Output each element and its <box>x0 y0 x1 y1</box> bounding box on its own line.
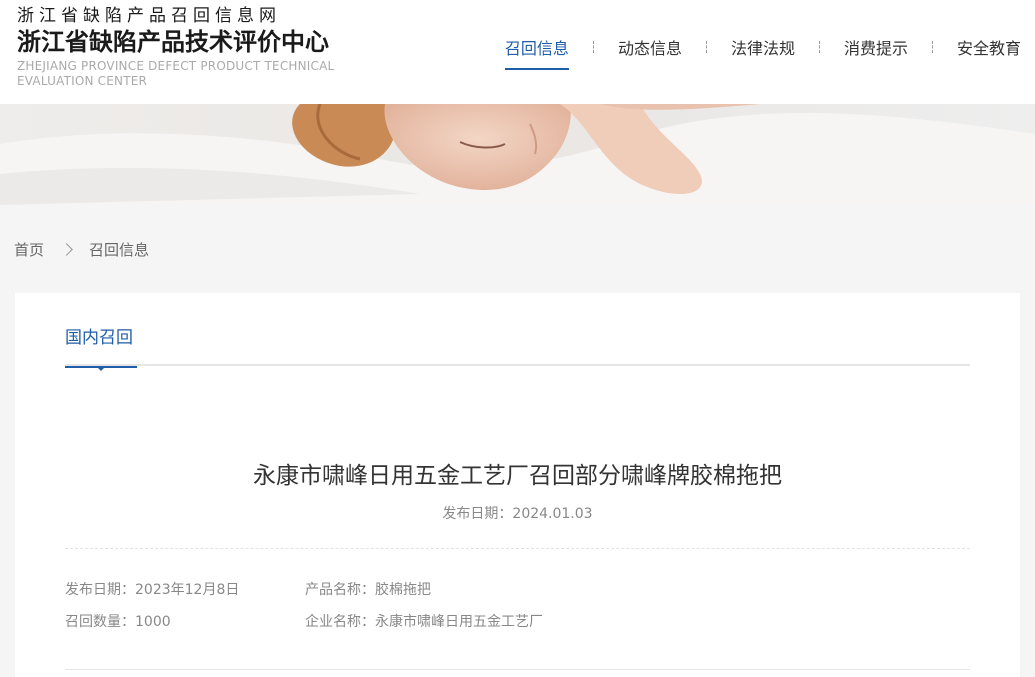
breadcrumb-current[interactable]: 召回信息 <box>89 239 149 260</box>
meta-recall-quantity: 召回数量：1000 <box>65 614 171 630</box>
site-logo[interactable]: 浙江省缺陷产品召回信息网 浙江省缺陷产品技术评价中心 ZHEJIANG PROV… <box>17 6 337 89</box>
chevron-right-icon <box>60 243 73 256</box>
article-title: 永康市啸峰日用五金工艺厂召回部分啸峰牌胶棉拖把 <box>253 463 782 489</box>
site-name-line1: 浙江省缺陷产品召回信息网 <box>17 6 281 26</box>
nav-separator <box>705 41 707 53</box>
tab-label: 国内召回 <box>65 328 133 348</box>
caret-down-icon <box>96 366 106 371</box>
meta-date: 发布日期：2023年12月8日 <box>65 582 240 598</box>
main-nav: 召回信息 动态信息 法律法规 消费提示 安全教育 <box>504 30 1021 70</box>
nav-separator <box>931 41 933 53</box>
breadcrumb: 首页 召回信息 <box>14 239 149 260</box>
nav-item-safety-education[interactable]: 安全教育 <box>957 30 1021 64</box>
nav-item-news[interactable]: 动态信息 <box>618 30 682 64</box>
nav-separator <box>818 41 820 53</box>
banner-image <box>0 104 1035 205</box>
site-name-line2: 浙江省缺陷产品技术评价中心 <box>17 28 329 56</box>
divider <box>65 548 970 549</box>
article-publish-date: 发布日期：2024.01.03 <box>442 506 593 522</box>
nav-item-recall-info[interactable]: 召回信息 <box>504 30 569 70</box>
banner-illustration <box>0 104 1035 205</box>
meta-company-name: 企业名称：永康市啸峰日用五金工艺厂 <box>305 614 543 630</box>
nav-separator <box>592 41 594 53</box>
meta-product-name: 产品名称：胶棉拖把 <box>305 582 431 598</box>
nav-item-consumer-tips[interactable]: 消费提示 <box>844 30 908 64</box>
nav-item-laws[interactable]: 法律法规 <box>731 30 795 64</box>
divider <box>65 669 970 670</box>
tab-bar: 国内召回 <box>65 293 970 371</box>
site-name-english: ZHEJIANG PROVINCE DEFECT PRODUCT TECHNIC… <box>17 59 335 88</box>
breadcrumb-home[interactable]: 首页 <box>14 239 44 260</box>
site-header: 浙江省缺陷产品召回信息网 浙江省缺陷产品技术评价中心 ZHEJIANG PROV… <box>0 0 1035 104</box>
content-panel: 国内召回 永康市啸峰日用五金工艺厂召回部分啸峰牌胶棉拖把 发布日期：2024.0… <box>15 293 1020 677</box>
tab-domestic-recall[interactable]: 国内召回 <box>65 323 137 371</box>
